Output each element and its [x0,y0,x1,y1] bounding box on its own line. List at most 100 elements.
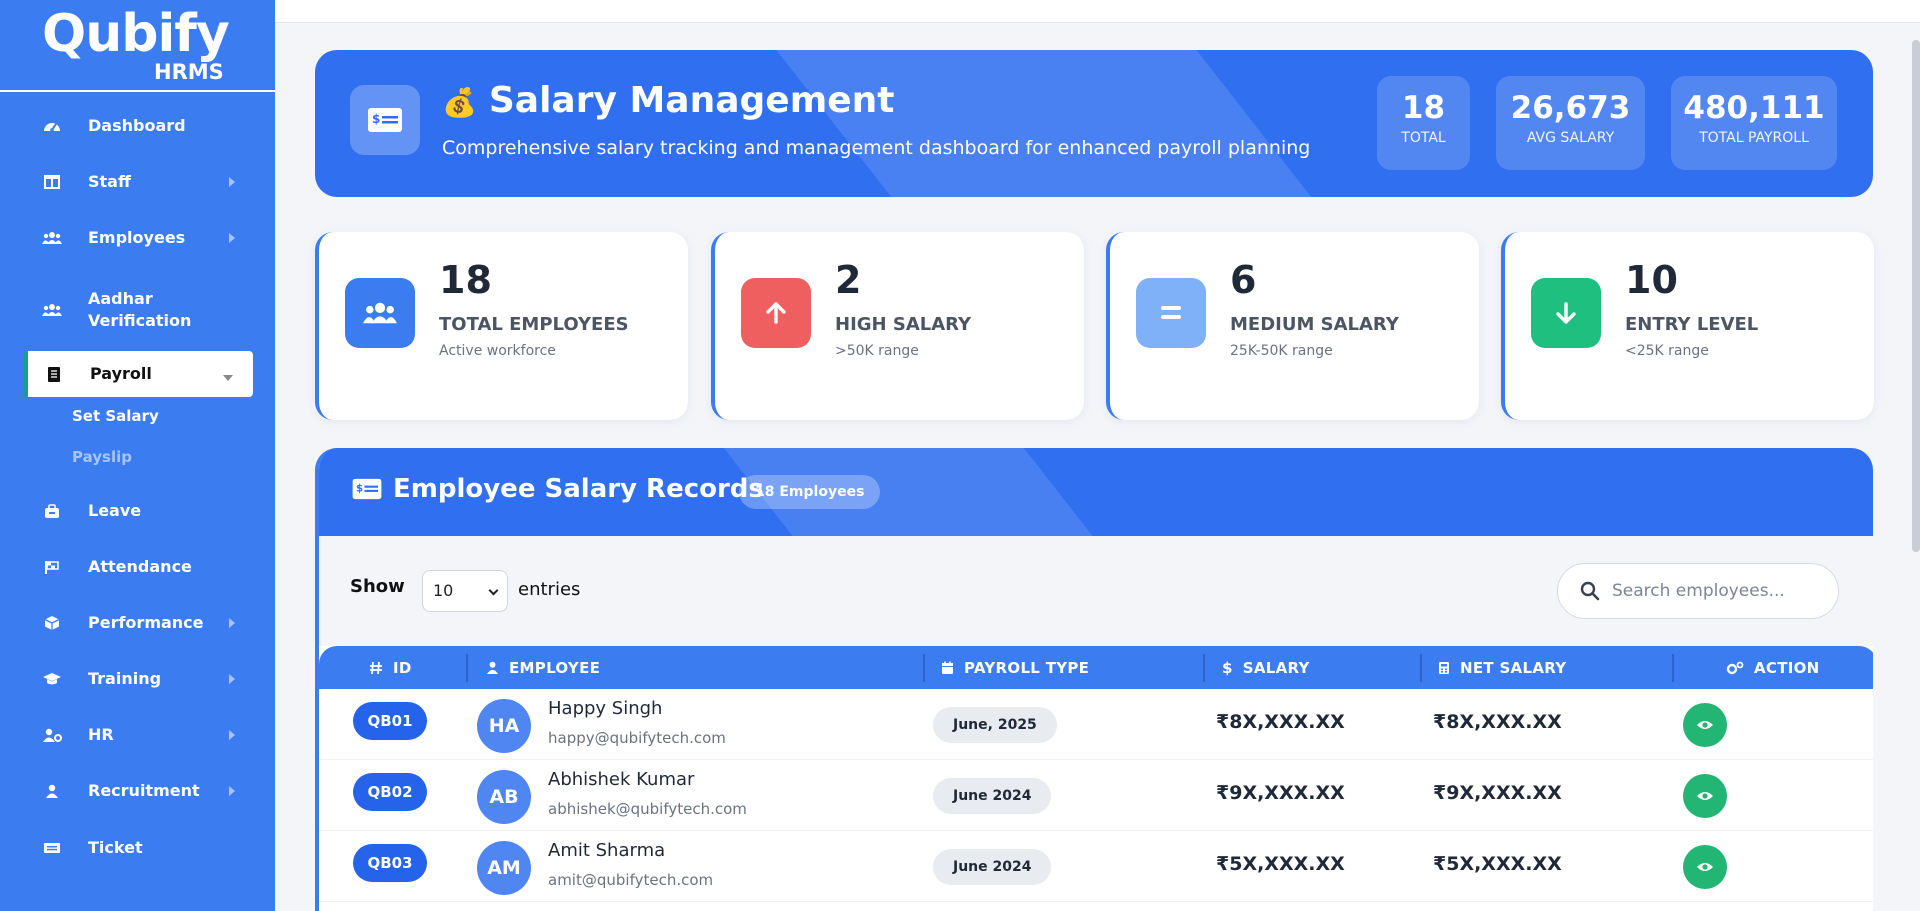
sidebar: Qubify HRMS Dashboard Staff Employees Aa… [0,0,275,911]
employee-email: abhishek@qubifytech.com [548,800,747,818]
sidebar-item-employees[interactable]: Employees [0,218,275,258]
entries-select-value: 10 [433,581,454,600]
payroll-type-pill: June 2024 [933,778,1052,814]
table-row: QB02 AB Abhishek Kumar abhishek@qubifyte… [319,760,1873,831]
card-value: 6 [1230,258,1257,302]
chevron-right-icon [229,730,235,740]
column-employee[interactable]: EMPLOYEE [486,646,600,689]
entries-select[interactable]: 10 [422,570,508,612]
sidebar-item-dashboard[interactable]: Dashboard [0,106,275,146]
user-icon [42,781,62,801]
avatar: AB [477,770,531,824]
show-label: Show [350,576,405,597]
flag-icon [42,557,62,577]
avatar: AM [477,841,531,895]
stat-value: 18 [1401,90,1446,126]
money-check-icon: $ [351,478,383,504]
card-label: MEDIUM SALARY [1230,314,1399,335]
salary-value: ₹5X,XXX.XX [1216,853,1345,875]
stat-label: TOTAL [1401,130,1446,146]
card-subtext: Active workforce [439,343,556,359]
search-icon [1580,581,1600,605]
employees-count-badge: 18 Employees [739,475,881,509]
view-button[interactable] [1683,774,1727,818]
salary-value: ₹8X,XXX.XX [1216,711,1345,733]
card-value: 2 [835,258,862,302]
column-payroll-type[interactable]: PAYROLL TYPE [941,646,1089,689]
employee-name: Amit Sharma [548,840,666,861]
card-subtext: <25K range [1625,343,1709,359]
svg-text:$: $ [356,484,363,495]
card-label: ENTRY LEVEL [1625,314,1759,335]
column-salary[interactable]: $ SALARY [1222,646,1310,689]
page-title-text: Salary Management [488,80,895,121]
sidebar-item-label: HR [88,725,114,744]
sidebar-item-staff[interactable]: Staff [0,162,275,202]
column-label: EMPLOYEE [509,658,601,677]
column-action[interactable]: ACTION [1726,646,1820,689]
page-scrollbar[interactable] [1912,40,1920,552]
column-label: ACTION [1754,658,1820,677]
employee-id-pill: QB03 [353,844,427,882]
chevron-right-icon [229,786,235,796]
sidebar-item-recruitment[interactable]: Recruitment [0,771,275,811]
table-row: QB01 HA Happy Singh happy@qubifytech.com… [319,689,1873,760]
subnav-payslip[interactable]: Payslip [72,448,132,466]
column-id[interactable]: ID [369,646,412,689]
search-input[interactable]: Search employees... [1557,563,1839,619]
payroll-type-pill: June, 2025 [933,707,1057,743]
table-header: ID EMPLOYEE PAYROLL TYPE $ SALARY NET SAL… [319,646,1873,689]
card-label: HIGH SALARY [835,314,972,335]
money-bag-icon: 💰 [442,86,477,119]
chevron-down-icon [488,585,499,596]
dollar-icon: $ [1222,658,1233,677]
chevron-right-icon [229,618,235,628]
equals-icon [1136,278,1206,348]
sidebar-item-label: Payroll [90,364,152,383]
sidebar-item-label: Employees [88,228,186,247]
arrow-up-icon [741,278,811,348]
sidebar-item-hr[interactable]: HR [0,715,275,755]
sidebar-item-label: Ticket [88,838,143,857]
card-value: 18 [439,258,492,302]
employee-email: amit@qubifytech.com [548,871,714,889]
sidebar-item-aadhar-verification[interactable]: Aadhar Verification [0,284,275,336]
sidebar-item-attendance[interactable]: Attendance [0,547,275,587]
card-subtext: 25K-50K range [1230,343,1333,359]
page-title: 💰 Salary Management [442,80,894,121]
sidebar-item-payroll[interactable]: Payroll [24,351,253,397]
brand[interactable]: Qubify HRMS [0,0,275,92]
stat-total-payroll: 480,111 TOTAL PAYROLL [1671,76,1837,170]
sidebar-item-performance[interactable]: Performance [0,603,275,643]
sidebar-item-label: Performance [88,613,204,632]
sidebar-item-training[interactable]: Training [0,659,275,699]
briefcase-icon [42,501,62,521]
view-button[interactable] [1683,703,1727,747]
hero-banner: $ 💰 Salary Management Comprehensive salar… [315,50,1873,197]
sidebar-item-label: Aadhar Verification [88,288,191,332]
chevron-right-icon [229,674,235,684]
stat-value: 480,111 [1683,90,1825,126]
subnav-set-salary[interactable]: Set Salary [72,407,159,425]
sidebar-item-ticket[interactable]: Ticket [0,828,275,868]
sidebar-item-label: Training [88,669,162,688]
sidebar-item-label: Leave [88,501,142,520]
brand-sub: HRMS [154,60,224,84]
sidebar-item-leave[interactable]: Leave [0,491,275,531]
sidebar-item-label: Dashboard [88,116,186,135]
sidebar-item-label-line1: Aadhar [88,289,153,308]
column-net-salary[interactable]: NET SALARY [1438,646,1566,689]
employee-id-pill: QB02 [353,773,427,811]
sidebar-item-label-line2: Verification [88,311,192,330]
view-button[interactable] [1683,845,1727,889]
cogs-icon [1726,661,1744,675]
employee-email: happy@qubifytech.com [548,729,726,747]
table-row: QB03 AM Amit Sharma amit@qubifytech.com … [319,831,1873,902]
eye-icon [1696,716,1714,735]
column-divider [1672,654,1674,682]
net-salary-value: ₹8X,XXX.XX [1433,711,1562,733]
employee-name: Happy Singh [548,698,663,719]
card-value: 10 [1625,258,1678,302]
ticket-icon [42,838,62,858]
cube-icon [42,613,62,633]
